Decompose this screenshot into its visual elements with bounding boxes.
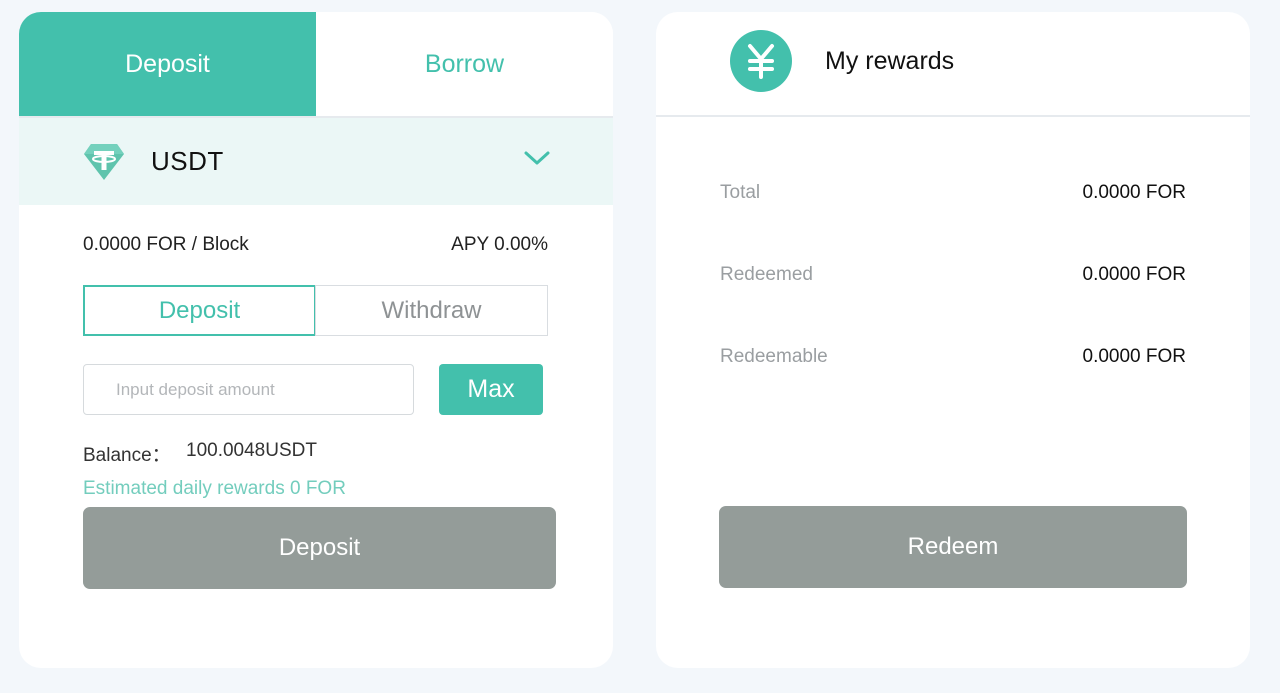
tether-icon: [84, 144, 124, 180]
deposit-submit-button[interactable]: Deposit: [83, 507, 556, 589]
rewards-card: My rewards Total 0.0000 FOR Redeemed 0.0…: [656, 12, 1250, 668]
chevron-down-icon[interactable]: [523, 148, 551, 168]
deposit-amount-input[interactable]: [83, 364, 414, 415]
total-label: Total: [720, 182, 761, 203]
balance-label: Balance：: [83, 445, 171, 466]
yen-icon: [748, 44, 774, 79]
apy-value: APY 0.00%: [451, 234, 548, 255]
redeemable-value: 0.0000 FOR: [1082, 346, 1187, 367]
deposit-borrow-card: Deposit Borrow USDT 0.0000 FOR / Block A…: [19, 12, 613, 668]
reward-rate: 0.0000 FOR / Block: [83, 234, 249, 255]
total-value: 0.0000 FOR: [1082, 182, 1187, 203]
yen-badge: [730, 30, 792, 92]
asset-selector[interactable]: USDT: [19, 118, 613, 205]
asset-name: USDT: [151, 146, 224, 176]
balance-value: 100.0048USDT: [186, 440, 317, 461]
estimated-daily-rewards: Estimated daily rewards 0 FOR: [83, 478, 346, 499]
tab-borrow[interactable]: Borrow: [316, 12, 613, 116]
redeemable-label: Redeemable: [720, 346, 828, 367]
redeemed-value: 0.0000 FOR: [1082, 264, 1187, 285]
max-button[interactable]: Max: [439, 364, 543, 415]
rewards-header: My rewards: [656, 12, 1250, 115]
redeemed-label: Redeemed: [720, 264, 813, 285]
mode-toggle: Deposit Withdraw: [83, 285, 548, 336]
rewards-divider: [656, 115, 1250, 117]
mode-withdraw-button[interactable]: Withdraw: [315, 285, 548, 336]
redeem-button[interactable]: Redeem: [719, 506, 1187, 588]
rewards-title: My rewards: [825, 47, 955, 75]
tab-deposit[interactable]: Deposit: [19, 12, 316, 116]
mode-deposit-button[interactable]: Deposit: [83, 285, 316, 336]
top-tabs: Deposit Borrow: [19, 12, 613, 116]
